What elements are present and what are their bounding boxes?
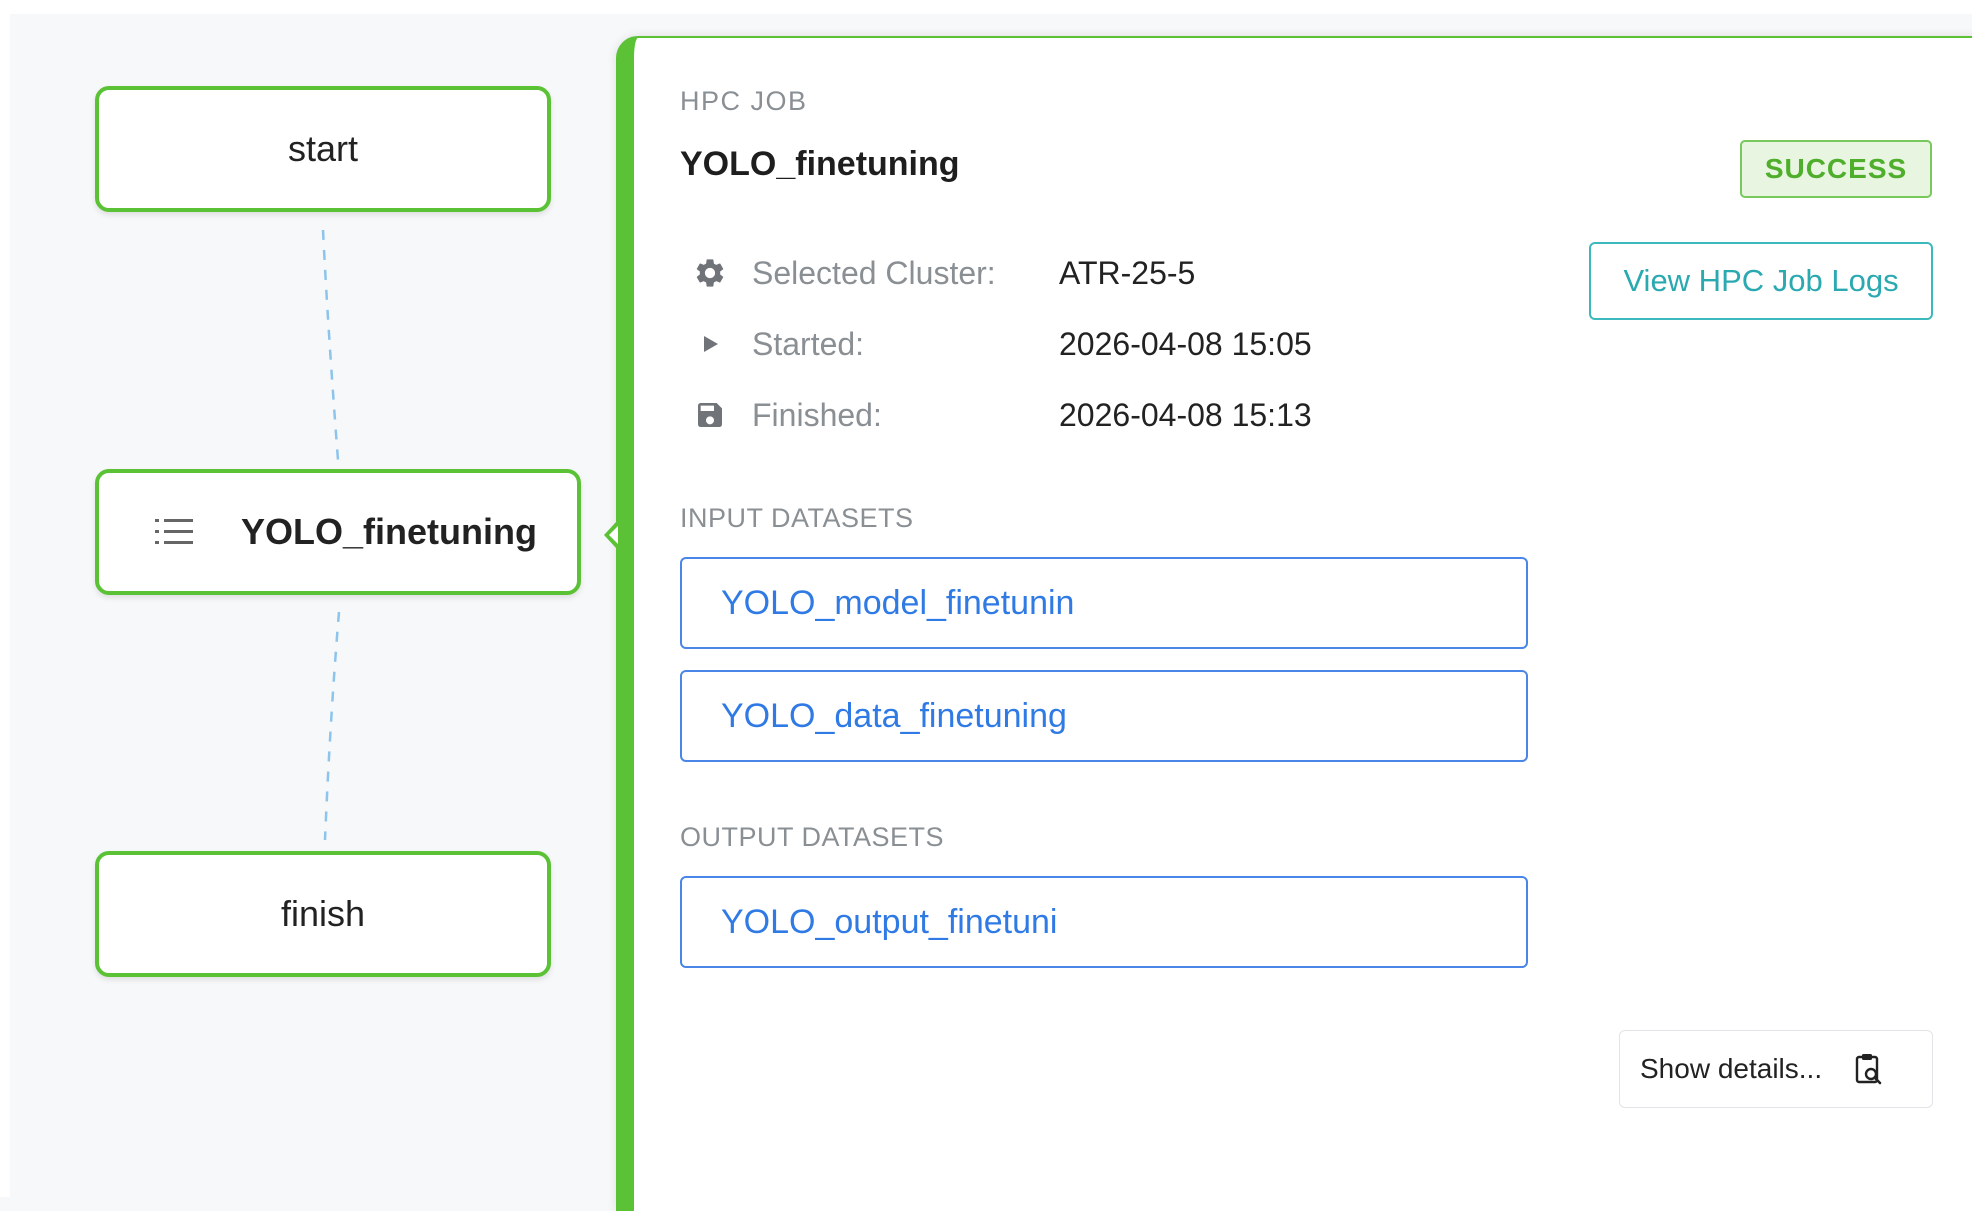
flow-node-job-label: YOLO_finetuning [241,511,537,552]
status-badge: SUCCESS [1740,140,1932,198]
connector-job-finish [323,611,341,841]
finished-value: 2026-04-08 15:13 [1059,396,1312,433]
gear-icon [690,253,730,293]
flow-node-job[interactable]: YOLO_finetuning [95,469,581,595]
flow-node-finish[interactable]: finish [95,851,551,977]
cluster-label: Selected Cluster: [752,254,996,291]
play-icon [690,324,730,364]
view-hpc-job-logs-button[interactable]: View HPC Job Logs [1589,242,1933,320]
finished-label: Finished: [752,396,882,433]
show-details-button[interactable]: Show details... [1619,1030,1933,1108]
section-label-hpc-job: HPC JOB [680,86,808,116]
meta-row-cluster: Selected Cluster: ATR-25-5 [690,248,1195,298]
connector-start-job [321,229,340,461]
output-dataset-link[interactable]: YOLO_output_finetuni [680,876,1528,968]
section-label-input-datasets: INPUT DATASETS [680,503,914,533]
cluster-value: ATR-25-5 [1059,254,1196,291]
page: start YOLO_finetuning finish HPC JOB YOL… [0,0,1972,1211]
clipboard-search-icon [1855,1054,1882,1085]
input-dataset-link[interactable]: YOLO_data_finetuning [680,670,1528,762]
started-value: 2026-04-08 15:05 [1059,325,1312,362]
save-icon [690,395,730,435]
section-label-output-datasets: OUTPUT DATASETS [680,822,945,852]
flow-node-start[interactable]: start [95,86,551,212]
flow-node-start-label: start [287,128,358,169]
show-details-label: Show details... [1640,1053,1823,1084]
flow-node-finish-label: finish [280,893,366,934]
job-title: YOLO_finetuning [680,145,960,183]
meta-row-started: Started: 2026-04-08 15:05 [690,319,1312,369]
input-dataset-link[interactable]: YOLO_model_finetunin [680,557,1528,649]
meta-row-finished: Finished: 2026-04-08 15:13 [690,390,1312,440]
panel-pointer-inner [609,526,618,544]
list-icon [155,519,193,544]
started-label: Started: [752,325,865,362]
